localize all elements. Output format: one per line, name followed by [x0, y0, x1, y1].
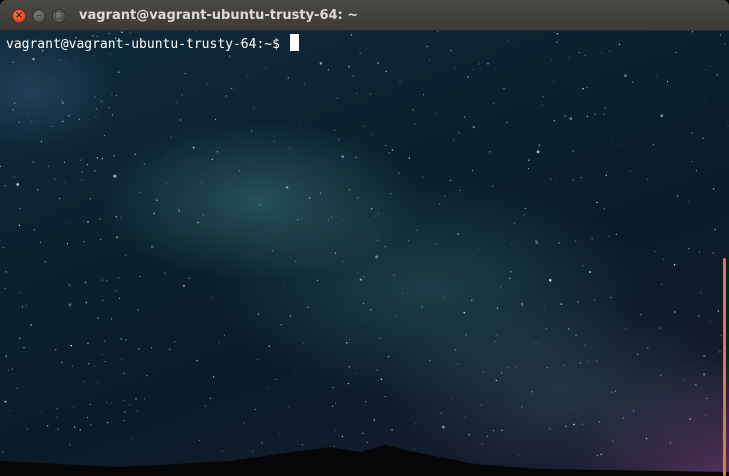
minimize-button[interactable]: –	[32, 9, 46, 23]
minimize-icon: –	[36, 10, 42, 21]
close-icon: ×	[14, 10, 24, 21]
shell-prompt: vagrant@vagrant-ubuntu-trusty-64:~$	[6, 37, 280, 52]
scrollbar[interactable]	[723, 258, 726, 476]
terminal-line: vagrant@vagrant-ubuntu-trusty-64:~$	[6, 34, 299, 54]
terminal-area[interactable]: vagrant@vagrant-ubuntu-trusty-64:~$	[0, 31, 729, 476]
mountain-silhouette	[0, 445, 729, 476]
close-button[interactable]: ×	[12, 9, 26, 23]
maximize-button[interactable]: □	[52, 9, 66, 23]
window-title: vagrant@vagrant-ubuntu-trusty-64: ~	[79, 8, 359, 23]
title-bar[interactable]: × – □ vagrant@vagrant-ubuntu-trusty-64: …	[0, 0, 729, 31]
text-cursor	[289, 34, 299, 51]
terminal-window: × – □ vagrant@vagrant-ubuntu-trusty-64: …	[0, 0, 729, 476]
maximize-icon: □	[54, 10, 64, 21]
